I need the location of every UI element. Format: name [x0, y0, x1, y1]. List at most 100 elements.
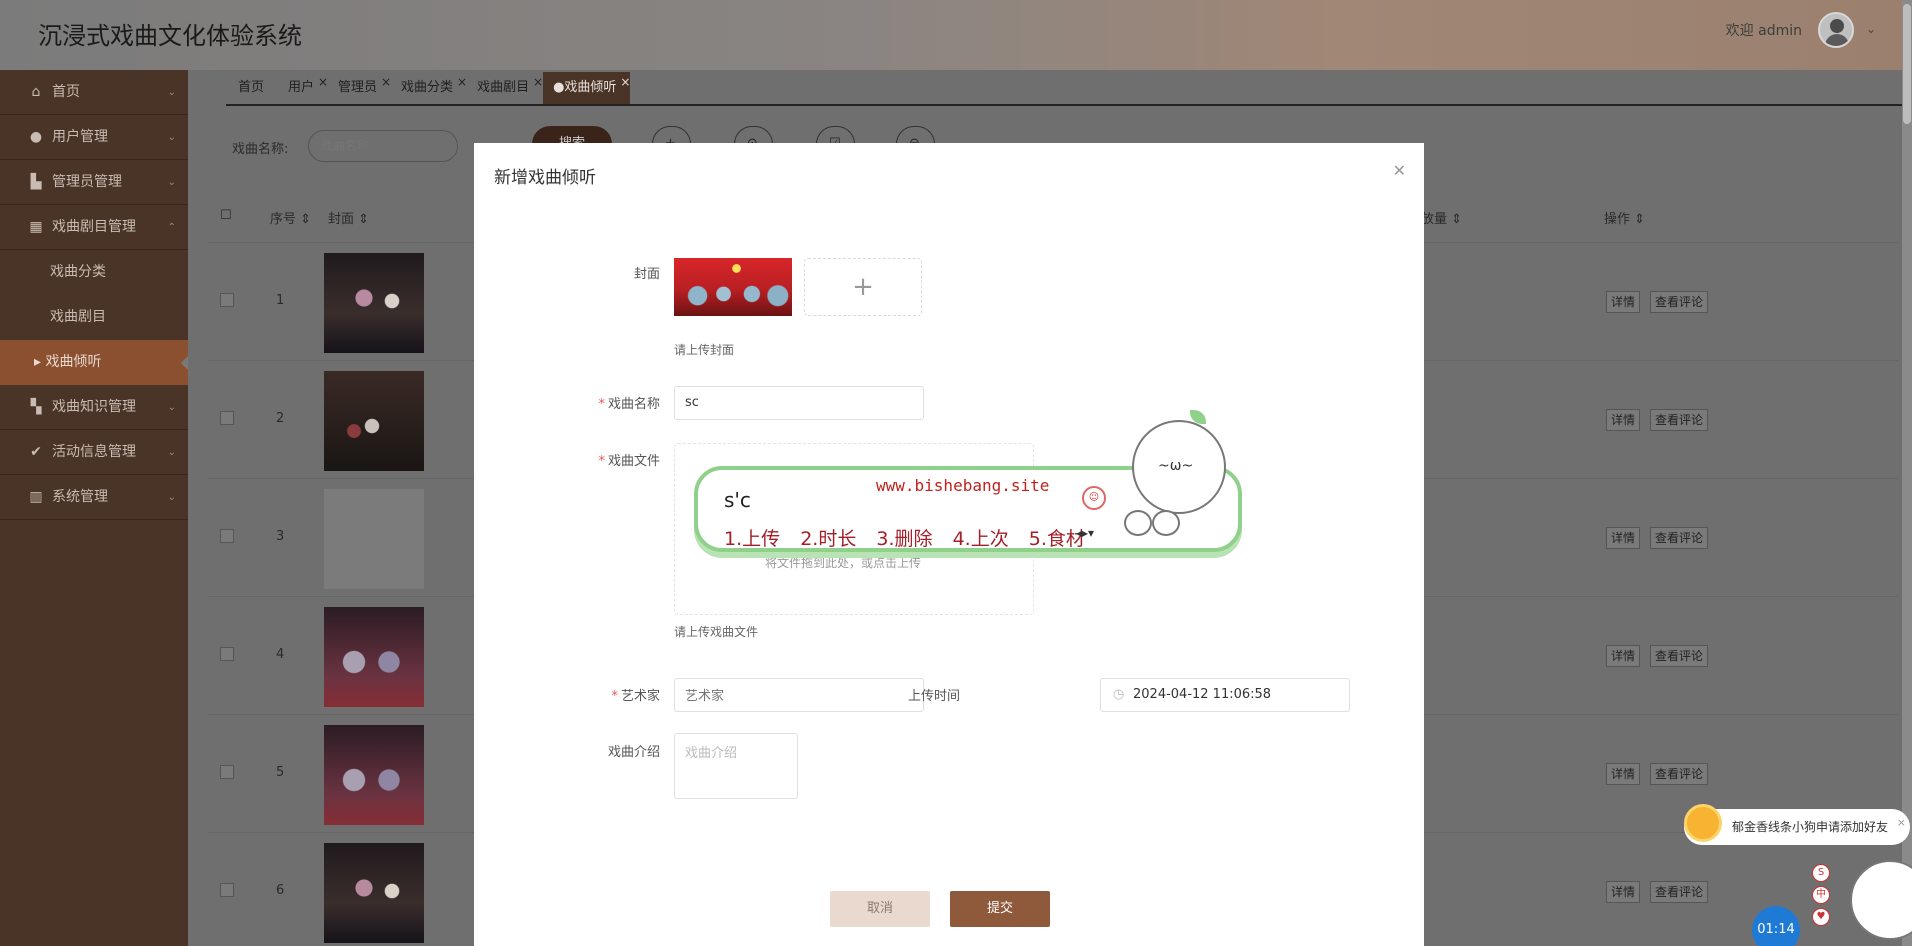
- cover-preview-image[interactable]: [674, 258, 792, 316]
- tab-label: ●戏曲倾听: [553, 80, 617, 95]
- row-checkbox[interactable]: [220, 647, 234, 661]
- column-index[interactable]: 序号 ⇕: [270, 208, 311, 227]
- ime-composition: s'c: [724, 488, 751, 512]
- cover-image: [324, 489, 424, 589]
- cover-label: 封面: [633, 267, 660, 282]
- detail-button[interactable]: 详情: [1606, 881, 1641, 903]
- submit-button[interactable]: 提交: [950, 891, 1050, 927]
- tab-label: 用户: [288, 80, 315, 95]
- tab-label: 戏曲分类: [401, 80, 454, 95]
- close-icon[interactable]: ×: [1897, 805, 1906, 841]
- sidebar-item-admins[interactable]: ▙ 管理员管理 ⌄: [0, 160, 188, 205]
- tab-users[interactable]: 用户 ×: [278, 72, 328, 104]
- chevron-down-icon[interactable]: ⌄: [1866, 22, 1876, 36]
- detail-button[interactable]: 详情: [1606, 763, 1641, 785]
- field-label-text: 戏曲名称: [607, 397, 660, 412]
- sidebar-subitem-category[interactable]: 戏曲分类: [0, 250, 188, 295]
- select-all-checkbox[interactable]: ☐: [220, 208, 232, 223]
- detail-button[interactable]: 详情: [1606, 527, 1641, 549]
- sidebar-item-activities[interactable]: ✔ 活动信息管理 ⌄: [0, 430, 188, 475]
- detail-button[interactable]: 详情: [1606, 291, 1641, 313]
- ime-page-arrows-icon[interactable]: ◂▸▾: [1076, 526, 1094, 540]
- ime-candidate[interactable]: 1.上传: [724, 528, 780, 550]
- sidebar-item-users[interactable]: ● 用户管理 ⌄: [0, 115, 188, 160]
- close-icon[interactable]: ×: [457, 66, 467, 98]
- notification-text: 郁金香线条小狗申请添加好友: [1732, 820, 1889, 834]
- sidebar-subitem-repertoire[interactable]: 戏曲剧目: [0, 295, 188, 340]
- tab-category[interactable]: 戏曲分类 ×: [391, 72, 467, 104]
- app-title: 沉浸式戏曲文化体验系统: [38, 22, 302, 50]
- dialog-title: 新增戏曲倾听: [494, 168, 596, 188]
- row-checkbox[interactable]: [220, 883, 234, 897]
- detail-button[interactable]: 详情: [1606, 645, 1641, 667]
- close-icon[interactable]: ✕: [1393, 161, 1406, 180]
- view-comments-button[interactable]: 查看评论: [1650, 645, 1709, 667]
- upload-time-value: 2024-04-12 11:06:58: [1133, 687, 1272, 702]
- cover-hint: 请上传封面: [674, 343, 735, 357]
- view-comments-button[interactable]: 查看评论: [1650, 763, 1709, 785]
- view-comments-button[interactable]: 查看评论: [1650, 409, 1709, 431]
- upload-time-picker[interactable]: ◷ 2024-04-12 11:06:58: [1100, 678, 1350, 712]
- language-icon[interactable]: 中: [1812, 886, 1830, 904]
- row-checkbox[interactable]: [220, 765, 234, 779]
- close-icon[interactable]: ×: [620, 66, 630, 98]
- side-toolbar: S 中 ♥: [1812, 864, 1830, 930]
- view-comments-button[interactable]: 查看评论: [1650, 527, 1709, 549]
- search-label: 戏曲名称:: [232, 142, 289, 157]
- sidebar-item-label: 戏曲倾听: [45, 354, 102, 370]
- grid-icon: ▦: [29, 219, 43, 235]
- name-label: * 戏曲名称: [540, 393, 660, 412]
- book-icon: ▚: [30, 399, 42, 415]
- close-icon[interactable]: ×: [533, 66, 543, 98]
- home-icon: ⌂: [31, 84, 41, 100]
- ime-candidate[interactable]: 2.时长: [800, 528, 856, 550]
- sidebar-item-label: 活动信息管理: [52, 444, 136, 460]
- row-checkbox[interactable]: [220, 293, 234, 307]
- intro-textarea[interactable]: 戏曲介绍: [674, 733, 798, 799]
- sidebar-item-label: 管理员管理: [52, 174, 122, 190]
- clock-icon: ◷: [1113, 687, 1125, 702]
- tab-repertoire[interactable]: 戏曲剧目 ×: [467, 72, 543, 104]
- sidebar-item-knowledge[interactable]: ▚ 戏曲知识管理 ⌄: [0, 385, 188, 430]
- cover-image: [324, 253, 424, 353]
- row-checkbox[interactable]: [220, 411, 234, 425]
- row-checkbox[interactable]: [220, 529, 234, 543]
- tab-home[interactable]: 首页: [228, 72, 278, 104]
- search-input[interactable]: [308, 130, 458, 162]
- sogou-icon[interactable]: S: [1812, 864, 1830, 882]
- close-icon[interactable]: ×: [318, 66, 328, 98]
- column-actions[interactable]: 操作 ⇕: [1604, 208, 1645, 227]
- tab-admins[interactable]: 管理员 ×: [328, 72, 391, 104]
- ime-skin-icon[interactable]: ☺: [1082, 486, 1106, 510]
- upload-time-label: 上传时间: [907, 689, 960, 704]
- view-comments-button[interactable]: 查看评论: [1650, 291, 1709, 313]
- recording-timer[interactable]: 01:14: [1752, 906, 1800, 946]
- sidebar-subitem-listen[interactable]: ▸ 戏曲倾听: [0, 340, 188, 385]
- chevron-down-icon: ⌄: [167, 447, 176, 458]
- sun-icon: [1684, 804, 1722, 842]
- ime-mascot-icon: ~ω~: [1132, 410, 1226, 514]
- column-cover[interactable]: 封面 ⇕: [328, 208, 369, 227]
- ime-candidate[interactable]: 3.删除: [876, 528, 932, 550]
- detail-button[interactable]: 详情: [1606, 409, 1641, 431]
- sidebar-item-home[interactable]: ⌂ 首页 ⌄: [0, 70, 188, 115]
- heart-icon[interactable]: ♥: [1812, 908, 1830, 926]
- chevron-down-icon: ⌄: [167, 177, 176, 188]
- ime-candidate[interactable]: 4.上次: [953, 528, 1009, 550]
- sidebar-item-repertoire[interactable]: ▦ 戏曲剧目管理 ⌃: [0, 205, 188, 250]
- chevron-up-icon: ⌃: [167, 222, 176, 233]
- required-icon: *: [598, 454, 605, 469]
- tab-listen[interactable]: ●戏曲倾听 ×: [543, 72, 631, 104]
- avatar[interactable]: [1818, 12, 1854, 48]
- tab-bar: 首页 用户 × 管理员 × 戏曲分类 × 戏曲剧目 × ●戏曲倾听 ×: [228, 72, 631, 104]
- drop-text: 将文件拖到此处，或点击上传: [765, 556, 922, 570]
- name-input[interactable]: sc: [674, 386, 924, 420]
- upload-cover-button[interactable]: +: [804, 258, 922, 316]
- close-icon[interactable]: ×: [381, 66, 391, 98]
- row-index: 1: [276, 293, 285, 308]
- sidebar-item-system[interactable]: ▥ 系统管理 ⌄: [0, 475, 188, 520]
- artist-label: * 艺术家: [540, 685, 660, 704]
- view-comments-button[interactable]: 查看评论: [1650, 881, 1709, 903]
- cover-image: [324, 843, 424, 943]
- cancel-button[interactable]: 取消: [830, 891, 930, 927]
